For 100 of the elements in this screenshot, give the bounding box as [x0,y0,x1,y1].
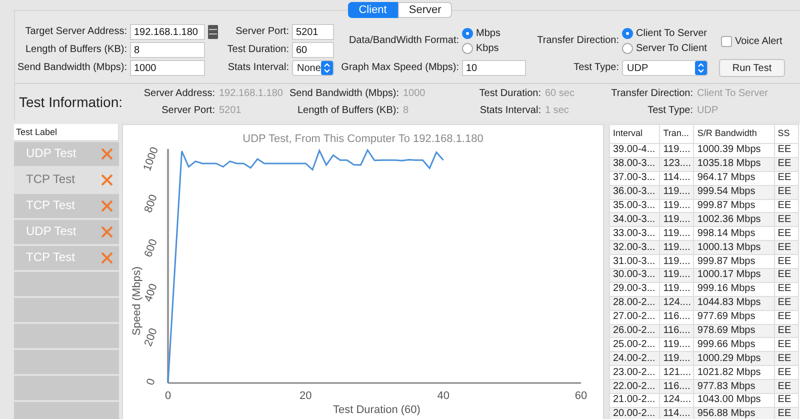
info-value: 1 sec [544,104,570,118]
field-label: Graph Max Speed (Mbps): [340,61,459,75]
mode-tab[interactable]: Client [348,2,398,18]
table-cell: 956.88 Mbps [694,407,774,419]
table-cell: 21.00-2... [609,394,660,408]
table-cell: 24.00-2... [609,352,660,366]
table-cell: 119.... [660,240,694,255]
info-value: UDP [696,104,720,118]
text-field[interactable]: 10 [462,60,526,76]
field-label: Send Bandwidth (Mbps): [16,61,127,75]
table-cell: 32.00-3... [609,240,660,255]
table-cell: 39.00-4... [609,144,660,158]
table-cell: 1000.39 Mbps [694,144,774,158]
table-cell: 38.00-3... [609,157,660,172]
field-label: Test Duration: [226,43,289,57]
table-cell: 964.17 Mbps [694,171,774,186]
info-label: Server Port: [160,104,215,118]
table-cell: 1000.29 Mbps [694,352,774,366]
table-cell: 999.16 Mbps [694,282,774,296]
x-tick-label: 0 [164,390,171,402]
y-tick-label: 0 [144,377,158,387]
delete-icon[interactable] [100,148,113,160]
table-cell: EE [774,394,798,408]
info-value: 60 sec [544,87,576,101]
info-label: Send Bandwidth (Mbps): [288,86,399,100]
delete-icon[interactable] [100,226,113,238]
table-cell: 34.00-3... [609,212,660,227]
table-cell: 29.00-3... [609,282,660,296]
y-tick-label: 800 [142,193,160,214]
info-label: Test Type: [646,104,693,118]
info-label: Test Duration: [478,86,541,100]
radio-option[interactable]: Mbps [462,26,526,41]
info-label: Stats Interval: [478,104,541,118]
table-cell: 1000.13 Mbps [694,240,774,255]
x-tick-label: 40 [437,390,450,402]
text-field[interactable]: 5201 [292,24,334,40]
table-cell: 30.00-3... [609,268,660,282]
run-test-button[interactable]: Run Test [719,59,785,77]
delete-icon[interactable] [100,200,113,212]
info-label: Server Address: [142,86,215,100]
delete-icon[interactable] [100,252,113,264]
voice-alert-checkbox[interactable]: Voice Alert [711,34,795,48]
info-label: Transfer Direction: [610,86,693,100]
x-tick-label: 60 [574,390,588,402]
info-value: Client To Server [696,87,769,101]
column-header: Test Label [14,124,119,140]
dropdown[interactable]: None [292,60,334,76]
radio-option[interactable]: Client To Server [622,26,708,41]
table-cell: 119.... [660,282,694,296]
info-label: Length of Buffers (KB): [296,104,399,118]
table-cell: 28.00-2... [609,296,660,310]
x-tick-label: 20 [299,390,312,402]
chart-title: UDP Test, From This Computer To 192.168.1.180 [242,133,484,145]
table-cell: 119.... [660,144,694,158]
text-field[interactable]: 8 [130,42,205,58]
table-cell: 977.83 Mbps [694,380,774,394]
table-cell: 123.... [660,157,694,172]
table-cell: 1035.18 Mbps [694,157,774,172]
y-tick-label: 600 [142,238,160,259]
table-cell: 119.... [660,185,694,200]
table-cell: 114.... [660,171,694,186]
table-cell: 1002.36 Mbps [694,212,774,227]
stepper-icon[interactable] [321,61,333,75]
table-cell: 116.... [660,380,694,394]
info-value: 5201 [218,104,242,118]
table-cell: 999.54 Mbps [694,185,774,200]
text-field[interactable]: 192.168.1.180 [130,24,205,40]
table-cell: EE [774,171,798,186]
radio-option[interactable]: Kbps [462,41,526,56]
table-cell: 36.00-3... [609,185,660,200]
table-cell: 978.69 Mbps [694,324,774,338]
table-cell: EE [774,144,798,158]
table-cell: 977.69 Mbps [694,310,774,324]
table-cell: EE [774,282,798,296]
column-header[interactable]: S/R Bandwidth [694,124,774,144]
dropdown[interactable]: UDP [622,60,708,76]
info-value: 192.168.1.180 [218,87,284,101]
y-tick-label: 200 [142,326,160,348]
table-cell: 26.00-2... [609,324,660,338]
table-cell: 119.... [660,268,694,282]
table-cell: 1000.17 Mbps [694,268,774,282]
section-title: Test Information: [18,93,124,111]
column-header[interactable]: Interval [609,124,660,144]
server-icon[interactable] [208,25,218,39]
stepper-icon[interactable] [695,61,707,75]
column-header[interactable]: SS [774,124,798,144]
info-value: 1000 [402,87,426,101]
field-label: Data/BandWidth Format: [348,34,459,48]
field-label: Target Server Address: [24,25,127,39]
text-field[interactable]: 60 [292,42,334,58]
table-cell: 27.00-2... [609,310,660,324]
table-cell: 124.... [660,394,694,408]
radio-option[interactable]: Server To Client [622,41,708,56]
table-cell: 20.00-2... [609,407,660,419]
mode-tab[interactable]: Server [398,2,452,18]
table-cell: 1044.83 Mbps [694,296,774,310]
delete-icon[interactable] [100,174,113,186]
x-axis-title: Test Duration (60) [332,404,420,416]
text-field[interactable]: 1000 [130,60,205,76]
column-header[interactable]: Tran... [660,124,694,144]
